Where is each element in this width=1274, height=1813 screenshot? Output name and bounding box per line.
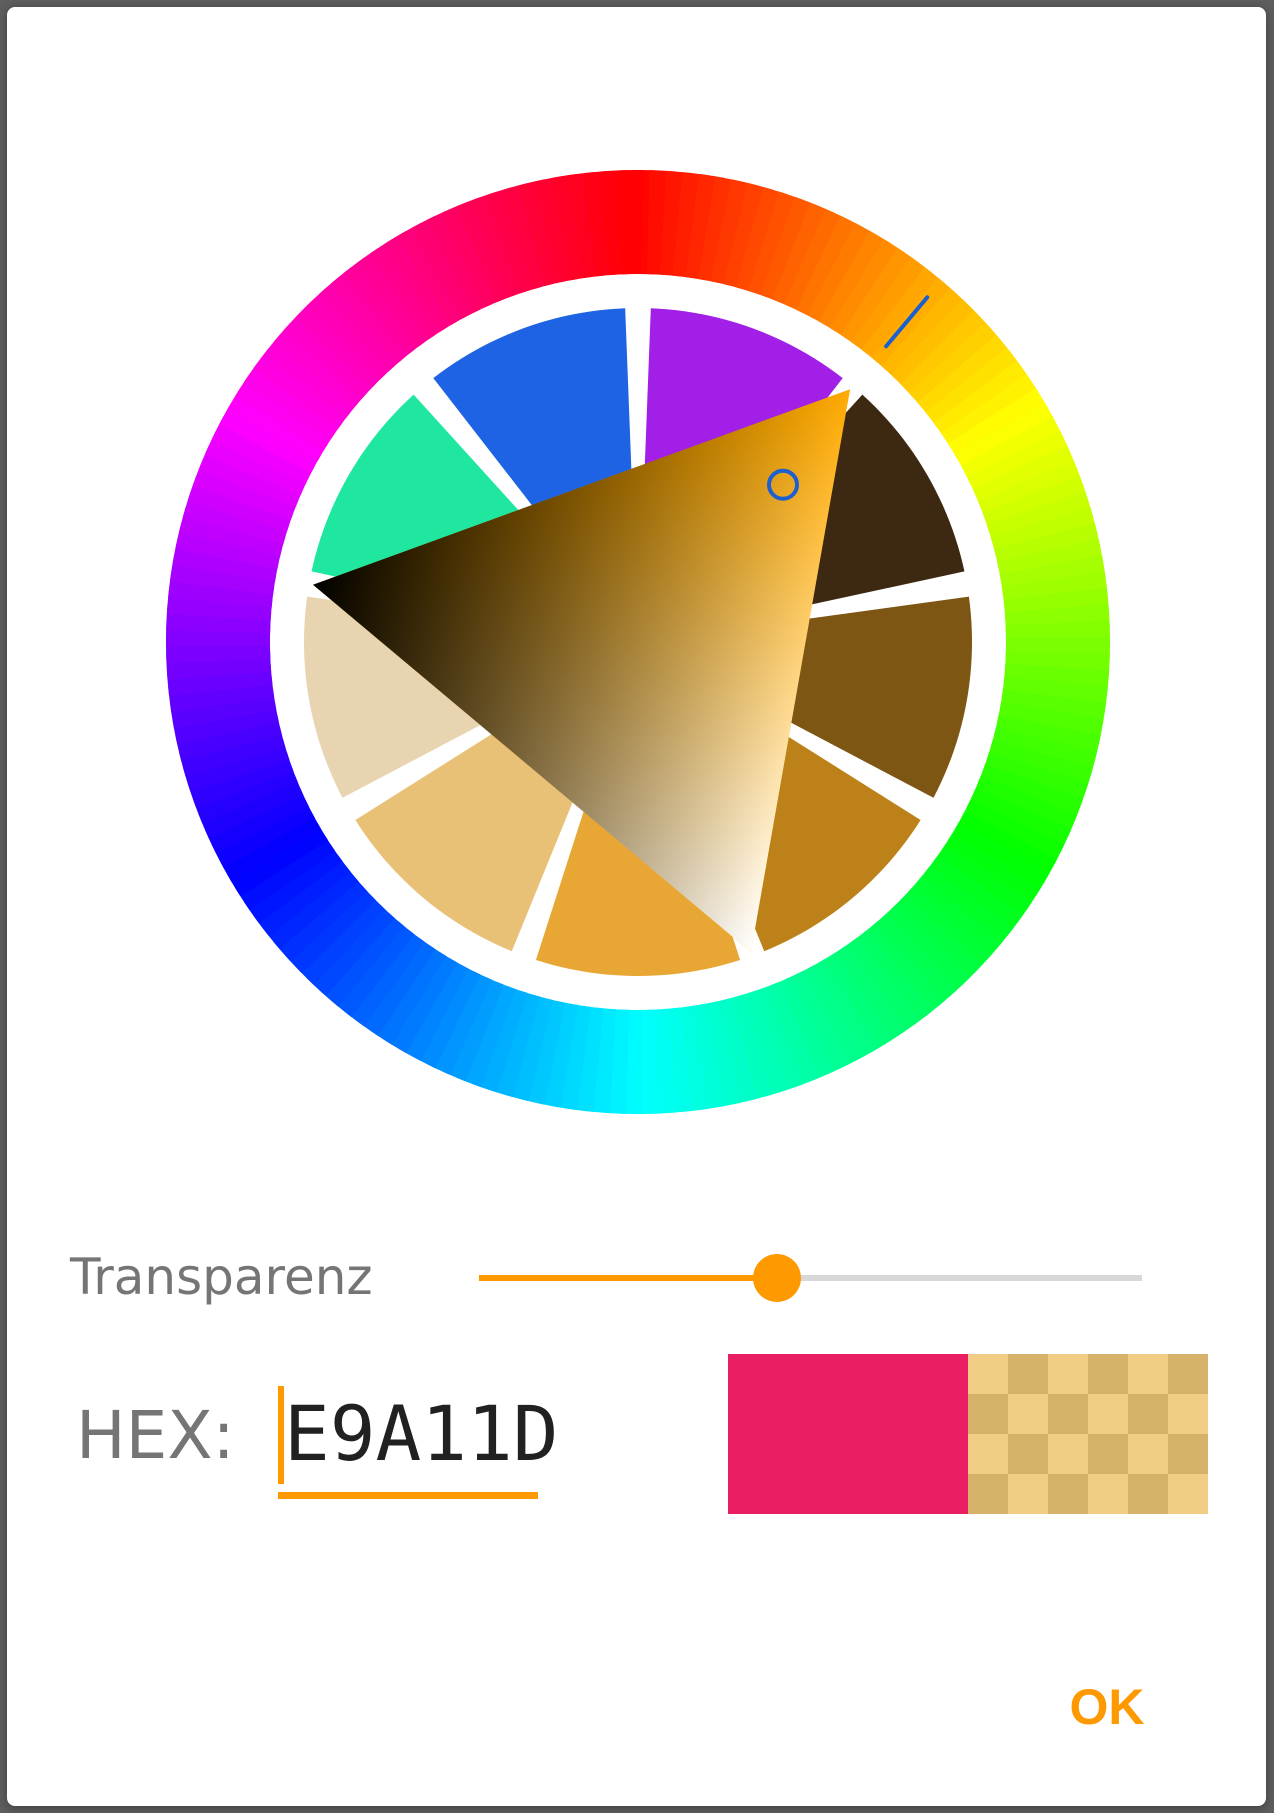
ok-button[interactable]: OK [1047,1667,1167,1747]
old-color-swatch[interactable] [728,1354,968,1514]
hex-input[interactable]: E9A11D [278,1381,559,1499]
hex-value: E9A11D [284,1389,559,1478]
color-preview [728,1354,1208,1514]
transparency-label: Transparenz [70,1248,373,1306]
new-color-swatch [968,1354,1208,1514]
color-picker-dialog: Transparenz HEX: E9A11D OK [7,7,1266,1806]
hex-label: HEX: [76,1397,235,1474]
color-wheel [166,170,1110,1114]
slider-fill [479,1275,778,1281]
slider-thumb[interactable] [753,1254,802,1302]
transparency-slider[interactable] [472,1253,1149,1302]
